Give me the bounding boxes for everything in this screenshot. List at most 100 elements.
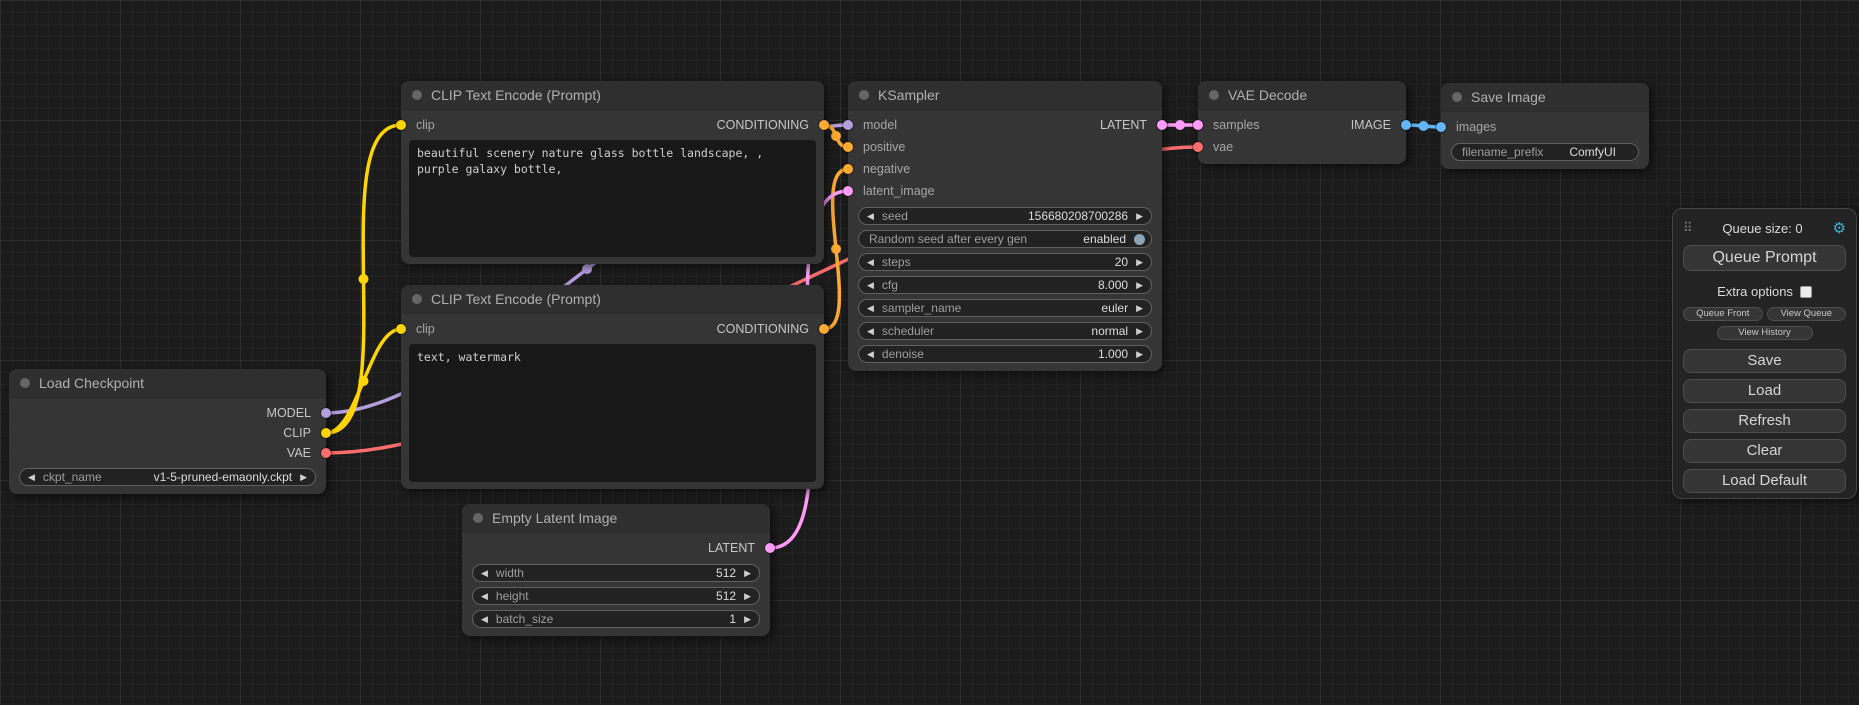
node-ksampler[interactable]: KSampler model LATENT positive negative …	[848, 81, 1162, 371]
decrement-arrow-icon[interactable]: ◀	[481, 615, 488, 624]
positive-prompt-textarea[interactable]: beautiful scenery nature glass bottle la…	[409, 140, 816, 257]
node-clip-text-encode-negative[interactable]: CLIP Text Encode (Prompt) clip CONDITION…	[401, 285, 824, 489]
output-label-latent: LATENT	[1100, 118, 1147, 132]
decrement-arrow-icon[interactable]: ◀	[867, 258, 874, 267]
widget-value: v1-5-pruned-emaonly.ckpt	[154, 470, 293, 484]
view-history-button[interactable]: View History	[1717, 326, 1813, 340]
input-dot-model[interactable]	[843, 120, 853, 130]
widget-filename-prefix[interactable]: filename_prefix ComfyUI	[1451, 143, 1639, 161]
node-title-bar[interactable]: CLIP Text Encode (Prompt)	[401, 81, 824, 110]
widget-width[interactable]: ◀ width 512 ▶	[472, 564, 760, 582]
node-save-image[interactable]: Save Image images filename_prefix ComfyU…	[1441, 83, 1649, 169]
node-title: CLIP Text Encode (Prompt)	[431, 291, 601, 307]
input-dot-latent-image[interactable]	[843, 186, 853, 196]
collapse-dot-icon[interactable]	[859, 90, 869, 100]
output-dot-model[interactable]	[321, 408, 331, 418]
decrement-arrow-icon[interactable]: ◀	[867, 350, 874, 359]
output-dot-conditioning[interactable]	[819, 324, 829, 334]
node-title-bar[interactable]: Empty Latent Image	[462, 504, 770, 533]
collapse-dot-icon[interactable]	[1209, 90, 1219, 100]
widget-scheduler[interactable]: ◀ scheduler normal ▶	[858, 322, 1152, 340]
prev-value-arrow-icon[interactable]: ◀	[28, 473, 35, 482]
next-value-arrow-icon[interactable]: ▶	[300, 473, 307, 482]
increment-arrow-icon[interactable]: ▶	[1136, 258, 1143, 267]
input-label-clip: clip	[416, 118, 435, 132]
link-midpoint-dot-clip-negative	[359, 376, 369, 386]
input-dot-negative[interactable]	[843, 164, 853, 174]
decrement-arrow-icon[interactable]: ◀	[867, 212, 874, 221]
node-title-bar[interactable]: CLIP Text Encode (Prompt)	[401, 285, 824, 314]
link-midpoint-dot-cond-positive	[831, 131, 841, 141]
settings-gear-icon[interactable]: ⚙	[1833, 219, 1846, 237]
widget-cfg[interactable]: ◀ cfg 8.000 ▶	[858, 276, 1152, 294]
widget-ckpt-name[interactable]: ◀ ckpt_name v1-5-pruned-emaonly.ckpt ▶	[19, 468, 316, 486]
widget-sampler-name[interactable]: ◀ sampler_name euler ▶	[858, 299, 1152, 317]
drag-handle-icon[interactable]: ⠿	[1683, 220, 1693, 236]
prev-value-arrow-icon[interactable]: ◀	[867, 327, 874, 336]
output-dot-image[interactable]	[1401, 120, 1411, 130]
extra-options-label: Extra options	[1717, 284, 1793, 299]
input-dot-clip[interactable]	[396, 120, 406, 130]
negative-prompt-textarea[interactable]: text, watermark	[409, 344, 816, 482]
collapse-dot-icon[interactable]	[412, 90, 422, 100]
next-value-arrow-icon[interactable]: ▶	[1136, 304, 1143, 313]
input-dot-samples[interactable]	[1193, 120, 1203, 130]
collapse-dot-icon[interactable]	[412, 294, 422, 304]
output-label-conditioning: CONDITIONING	[717, 322, 809, 336]
input-dot-positive[interactable]	[843, 142, 853, 152]
widget-value: enabled	[1083, 232, 1126, 246]
toggle-on-indicator[interactable]	[1134, 234, 1145, 245]
queue-front-button[interactable]: Queue Front	[1683, 307, 1763, 321]
output-dot-conditioning[interactable]	[819, 120, 829, 130]
input-dot-clip[interactable]	[396, 324, 406, 334]
output-dot-clip[interactable]	[321, 428, 331, 438]
output-dot-vae[interactable]	[321, 448, 331, 458]
widget-seed[interactable]: ◀ seed 156680208700286 ▶	[858, 207, 1152, 225]
node-empty-latent-image[interactable]: Empty Latent Image LATENT ◀ width 512 ▶ …	[462, 504, 770, 636]
decrement-arrow-icon[interactable]: ◀	[481, 592, 488, 601]
collapse-dot-icon[interactable]	[1452, 92, 1462, 102]
load-default-button[interactable]: Load Default	[1683, 469, 1846, 493]
widget-denoise[interactable]: ◀ denoise 1.000 ▶	[858, 345, 1152, 363]
increment-arrow-icon[interactable]: ▶	[744, 615, 751, 624]
load-button[interactable]: Load	[1683, 379, 1846, 403]
input-label-positive: positive	[863, 140, 905, 154]
node-title: KSampler	[878, 87, 939, 103]
widget-value: 8.000	[1098, 278, 1128, 292]
node-vae-decode[interactable]: VAE Decode samples IMAGE vae	[1198, 81, 1406, 164]
increment-arrow-icon[interactable]: ▶	[744, 569, 751, 578]
decrement-arrow-icon[interactable]: ◀	[481, 569, 488, 578]
prev-value-arrow-icon[interactable]: ◀	[867, 304, 874, 313]
increment-arrow-icon[interactable]: ▶	[1136, 281, 1143, 290]
widget-random-seed-toggle[interactable]: Random seed after every gen enabled	[858, 230, 1152, 248]
collapse-dot-icon[interactable]	[20, 378, 30, 388]
node-clip-text-encode-positive[interactable]: CLIP Text Encode (Prompt) clip CONDITION…	[401, 81, 824, 264]
node-title-bar[interactable]: VAE Decode	[1198, 81, 1406, 110]
node-title-bar[interactable]: KSampler	[848, 81, 1162, 110]
input-dot-vae[interactable]	[1193, 142, 1203, 152]
output-dot-latent[interactable]	[765, 543, 775, 553]
next-value-arrow-icon[interactable]: ▶	[1136, 327, 1143, 336]
node-load-checkpoint[interactable]: Load Checkpoint MODEL CLIP VAE ◀ ckpt_na…	[9, 369, 326, 494]
collapse-dot-icon[interactable]	[473, 513, 483, 523]
increment-arrow-icon[interactable]: ▶	[744, 592, 751, 601]
extra-options-checkbox[interactable]	[1800, 286, 1812, 298]
refresh-button[interactable]: Refresh	[1683, 409, 1846, 433]
widget-label: filename_prefix	[1462, 145, 1543, 159]
queue-prompt-button[interactable]: Queue Prompt	[1683, 245, 1846, 271]
clear-button[interactable]: Clear	[1683, 439, 1846, 463]
increment-arrow-icon[interactable]: ▶	[1136, 350, 1143, 359]
input-dot-images[interactable]	[1436, 122, 1446, 132]
widget-batch-size[interactable]: ◀ batch_size 1 ▶	[472, 610, 760, 628]
save-button[interactable]: Save	[1683, 349, 1846, 373]
decrement-arrow-icon[interactable]: ◀	[867, 281, 874, 290]
comfyui-graph-canvas[interactable]: { "nodes": { "load_checkpoint": { "title…	[0, 0, 1859, 705]
increment-arrow-icon[interactable]: ▶	[1136, 212, 1143, 221]
widget-steps[interactable]: ◀ steps 20 ▶	[858, 253, 1152, 271]
input-label-images: images	[1456, 120, 1496, 134]
view-queue-button[interactable]: View Queue	[1767, 307, 1847, 321]
node-title-bar[interactable]: Load Checkpoint	[9, 369, 326, 398]
node-title-bar[interactable]: Save Image	[1441, 83, 1649, 112]
widget-height[interactable]: ◀ height 512 ▶	[472, 587, 760, 605]
output-dot-latent[interactable]	[1157, 120, 1167, 130]
